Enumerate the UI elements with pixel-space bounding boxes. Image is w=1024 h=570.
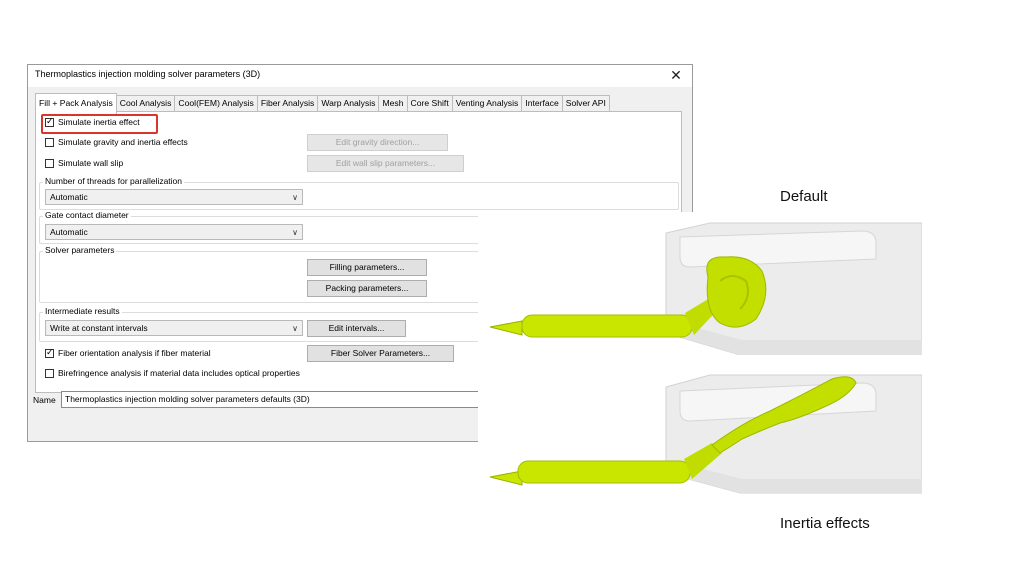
intermediate-results-select[interactable]: Write at constant intervals ∨ — [45, 320, 303, 336]
birefringence-checkbox[interactable]: Birefringence analysis if material data … — [45, 368, 300, 378]
gravity-checkbox[interactable]: Simulate gravity and inertia effects — [45, 137, 188, 147]
threads-select[interactable]: Automatic ∨ — [45, 189, 303, 205]
runner-cylinder — [521, 314, 693, 338]
fiber-solver-parameters-button[interactable]: Fiber Solver Parameters... — [307, 345, 454, 362]
runner-cylinder — [517, 460, 691, 484]
gravity-label: Simulate gravity and inertia effects — [58, 137, 188, 147]
caption-default: Default — [780, 188, 828, 205]
tab-solver-api[interactable]: Solver API — [561, 95, 610, 112]
close-icon[interactable]: ✕ — [666, 65, 686, 85]
nozzle-tip — [489, 470, 523, 486]
check-icon: ✓ — [46, 346, 54, 357]
tab-warp[interactable]: Warp Analysis — [317, 95, 380, 112]
checkbox-box — [45, 158, 54, 168]
name-field[interactable]: Thermoplastics injection molding solver … — [61, 391, 479, 408]
nozzle-tip — [489, 320, 523, 336]
red-highlight-box — [41, 114, 158, 134]
intermediate-select-value: Write at constant intervals — [50, 323, 148, 333]
name-label: Name — [33, 395, 56, 405]
fiber-orientation-checkbox[interactable]: ✓ Fiber orientation analysis if fiber ma… — [45, 346, 211, 358]
solver-parameters-label: Solver parameters — [43, 245, 117, 255]
edit-wall-slip-button[interactable]: Edit wall slip parameters... — [307, 155, 464, 172]
threads-group-label: Number of threads for parallelization — [43, 176, 185, 186]
edit-intervals-button[interactable]: Edit intervals... — [307, 320, 406, 337]
tab-interface[interactable]: Interface — [521, 95, 563, 112]
edit-gravity-direction-button[interactable]: Edit gravity direction... — [307, 134, 448, 151]
inertia-fill-render — [489, 374, 922, 494]
checkbox-box: ✓ — [45, 346, 54, 358]
tab-cool[interactable]: Cool Analysis — [115, 95, 176, 112]
dialog-title: Thermoplastics injection molding solver … — [35, 69, 261, 79]
birefringence-label: Birefringence analysis if material data … — [58, 368, 300, 378]
threads-select-value: Automatic — [50, 192, 88, 202]
tab-mesh[interactable]: Mesh — [378, 95, 408, 112]
melt-front-blob — [706, 256, 767, 328]
chevron-down-icon: ∨ — [292, 228, 298, 237]
caption-inertia-effects: Inertia effects — [780, 515, 870, 532]
gate-select-value: Automatic — [50, 227, 88, 237]
gate-group-label: Gate contact diameter — [43, 210, 131, 220]
filling-parameters-button[interactable]: Filling parameters... — [307, 259, 427, 276]
tab-cool-fem[interactable]: Cool(FEM) Analysis — [174, 95, 258, 112]
tab-fiber[interactable]: Fiber Analysis — [256, 95, 319, 112]
checkbox-box — [45, 368, 54, 378]
intermediate-results-label: Intermediate results — [43, 306, 122, 316]
default-fill-render — [489, 222, 922, 355]
fiber-orientation-label: Fiber orientation analysis if fiber mate… — [58, 348, 211, 358]
tab-core-shift[interactable]: Core Shift — [406, 95, 453, 112]
checkbox-box — [45, 137, 54, 147]
tab-strip: Fill + Pack Analysis Cool Analysis Cool(… — [35, 93, 610, 114]
wall-slip-checkbox[interactable]: Simulate wall slip — [45, 158, 123, 168]
tab-fill-pack[interactable]: Fill + Pack Analysis — [35, 93, 117, 114]
gate-select[interactable]: Automatic ∨ — [45, 224, 303, 240]
chevron-down-icon: ∨ — [292, 324, 298, 333]
chevron-down-icon: ∨ — [292, 193, 298, 202]
wall-slip-label: Simulate wall slip — [58, 158, 124, 168]
tab-venting[interactable]: Venting Analysis — [451, 95, 523, 112]
title-bar: Thermoplastics injection molding solver … — [28, 65, 692, 87]
packing-parameters-button[interactable]: Packing parameters... — [307, 280, 427, 297]
